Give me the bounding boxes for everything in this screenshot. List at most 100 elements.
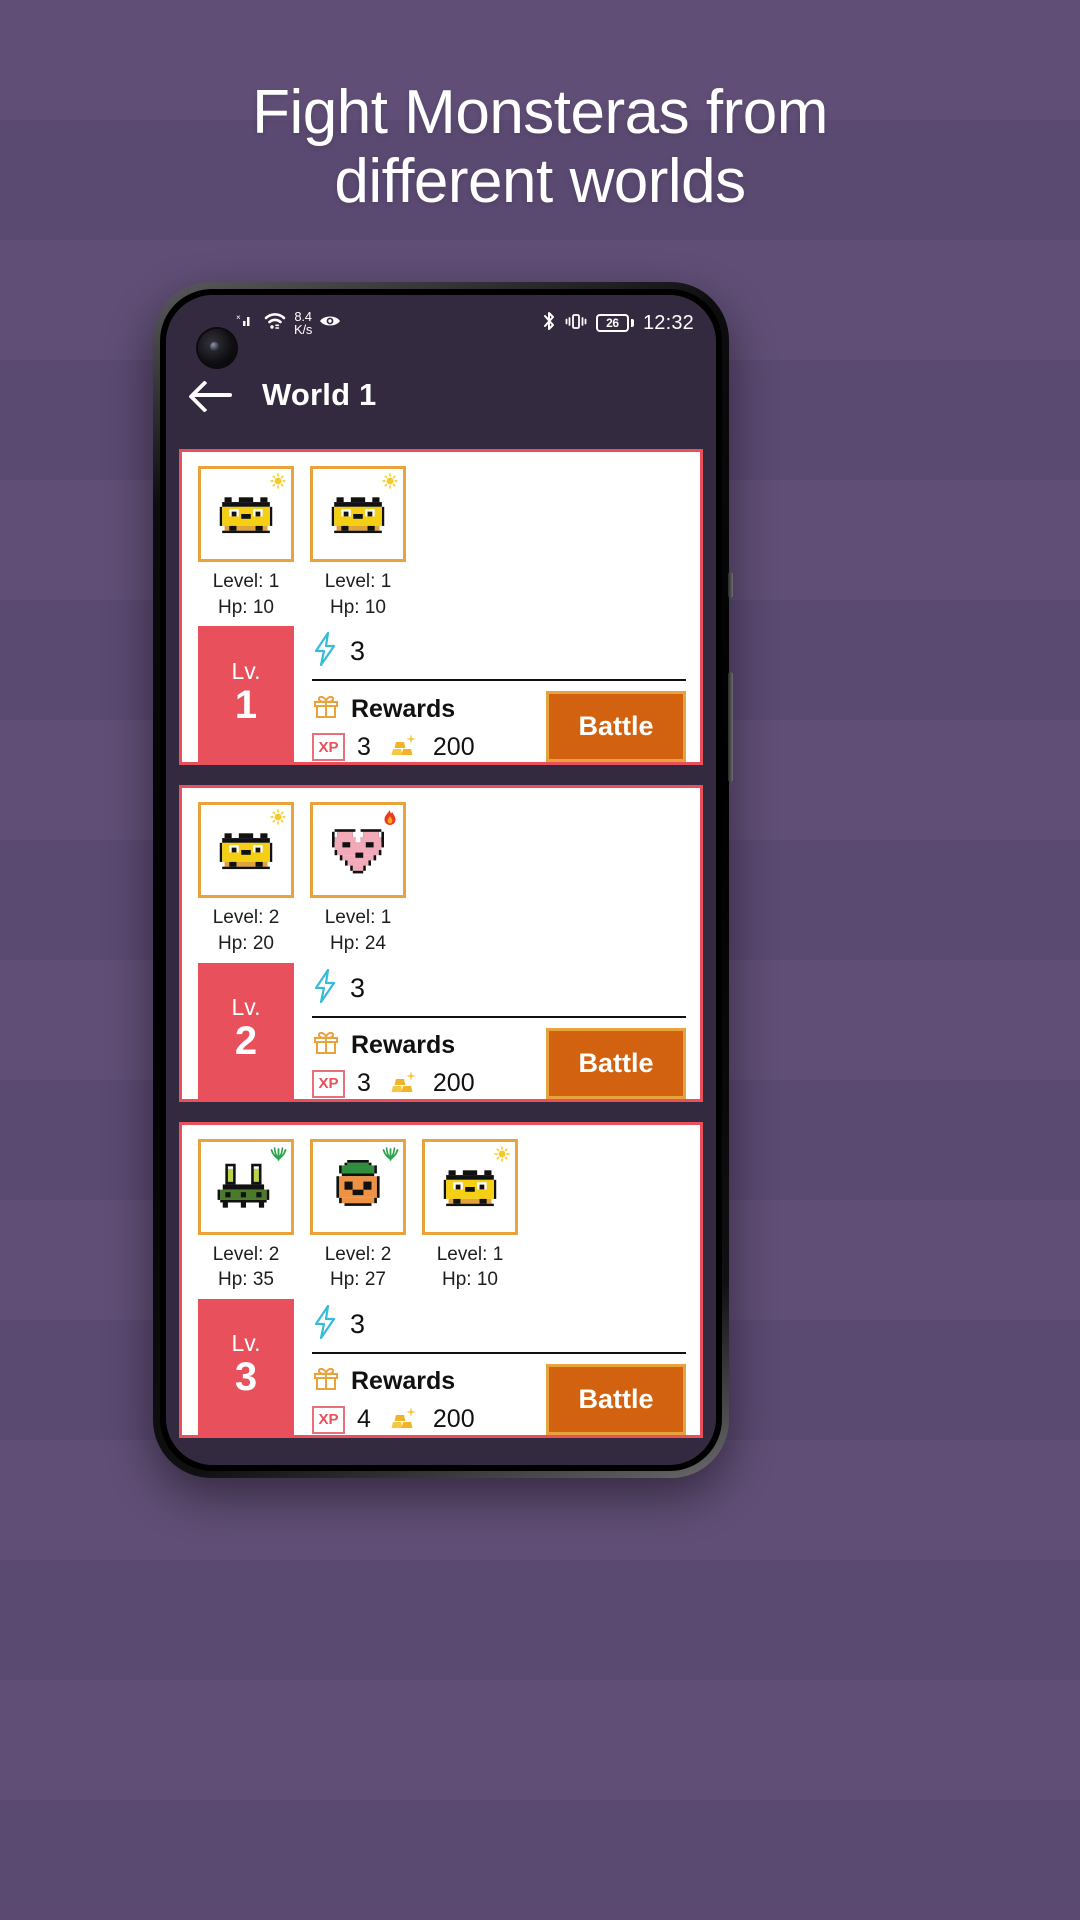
monster-sprite-frame — [422, 1138, 518, 1235]
phone-side-button-small — [728, 572, 733, 598]
sun-element-icon — [381, 472, 399, 490]
stage-level-badge: Lv. 3 — [198, 1298, 294, 1435]
monster-hp: Hp: 24 — [330, 932, 386, 954]
svg-text:×: × — [236, 313, 241, 322]
stage-level-number: 2 — [234, 1019, 258, 1064]
wifi-icon — [263, 311, 287, 336]
monster-stats: Level: 2 Hp: 27 — [310, 1235, 406, 1293]
rewards-values: XP 4 200 — [312, 1405, 536, 1434]
stage-card[interactable]: Level: 2 Hp: 35 Level: 2 Hp: 27 Level: 1… — [179, 1121, 703, 1438]
stage-battle-row: Lv. 1 3 Rewards XP 3 200 Battle — [182, 624, 700, 763]
rewards-gold-value: 200 — [432, 1405, 475, 1434]
stage-card[interactable]: Level: 2 Hp: 20 Level: 1 Hp: 24 Lv. 2 3 … — [179, 785, 703, 1102]
monster-sprite-frame — [198, 802, 294, 899]
xp-chip-icon: XP — [312, 733, 345, 762]
xp-chip-icon: XP — [312, 1069, 345, 1098]
rewards-xp-value: 3 — [357, 1069, 371, 1098]
grass-element-icon — [381, 1145, 399, 1163]
monster-stats: Level: 2 Hp: 35 — [198, 1235, 294, 1293]
fire-element-icon — [381, 808, 399, 826]
monster-sprite-frame — [198, 1138, 294, 1235]
rewards-header: Rewards — [312, 1028, 536, 1063]
stage-level-number: 1 — [234, 682, 258, 727]
monster-sprite-frame — [198, 466, 294, 562]
monster-level: Level: 1 — [324, 907, 392, 929]
monster-level: Level: 1 — [324, 571, 392, 592]
monster-row: Level: 2 Hp: 35 Level: 2 Hp: 27 Level: 1… — [182, 1125, 700, 1297]
monster-stats: Level: 1 Hp: 10 — [198, 562, 294, 620]
gold-bars-icon — [391, 1406, 421, 1434]
sun-element-icon — [269, 808, 287, 826]
front-camera-punchhole — [198, 329, 236, 367]
monster-sprite-frame — [310, 1138, 406, 1235]
monster-sprite-frame — [310, 802, 406, 899]
monster-entry[interactable]: Level: 1 Hp: 24 — [310, 802, 406, 956]
battle-button[interactable]: Battle — [546, 1363, 686, 1435]
promo-headline-line2: different worlds — [334, 147, 746, 217]
lightning-bolt-icon — [312, 968, 338, 1008]
gold-bars-icon — [391, 733, 421, 761]
green-bug-monster-sprite — [217, 1163, 270, 1208]
energy-cost-row: 3 — [312, 1299, 686, 1354]
rewards-label: Rewards — [351, 694, 456, 723]
page-title: World 1 — [262, 377, 377, 412]
stage-card[interactable]: Level: 1 Hp: 10 Level: 1 Hp: 10 Lv. 1 3 … — [179, 449, 703, 766]
stage-level-label: Lv. — [231, 993, 261, 1020]
monster-stats: Level: 1 Hp: 24 — [310, 898, 406, 956]
stage-level-label: Lv. — [231, 1330, 261, 1357]
gift-icon — [312, 1028, 340, 1063]
grass-element-icon — [269, 1145, 287, 1163]
monster-hp: Hp: 10 — [218, 596, 274, 618]
monster-entry[interactable]: Level: 1 Hp: 10 — [310, 466, 406, 620]
promo-headline: Fight Monsteras from different worlds — [0, 78, 1080, 217]
monster-level: Level: 2 — [212, 907, 280, 929]
network-speed-unit: K/s — [294, 322, 313, 337]
orange-carrot-monster-sprite — [336, 1159, 380, 1206]
gold-bars-icon — [391, 1070, 421, 1098]
phone-screen: × 8.4 K/s 26 12:32 World 1 Level: 1 Hp: … — [166, 295, 716, 1465]
stage-level-badge: Lv. 2 — [198, 962, 294, 1099]
rewards-values: XP 3 200 — [312, 1069, 536, 1098]
pink-heart-monster-sprite — [332, 829, 384, 874]
monster-entry[interactable]: Level: 1 Hp: 10 — [422, 1138, 518, 1293]
battery-percent: 26 — [595, 314, 629, 332]
monster-level: Level: 2 — [324, 1243, 392, 1265]
monster-entry[interactable]: Level: 1 Hp: 10 — [198, 466, 294, 620]
monster-stats: Level: 1 Hp: 10 — [310, 562, 406, 620]
rewards-gold-value: 200 — [432, 732, 475, 761]
rewards-label: Rewards — [351, 1367, 456, 1396]
app-bar: World 1 — [166, 351, 716, 439]
monster-entry[interactable]: Level: 2 Hp: 20 — [198, 802, 294, 956]
monster-hp: Hp: 10 — [330, 596, 386, 618]
monster-level: Level: 2 — [212, 1243, 280, 1265]
stage-list[interactable]: Level: 1 Hp: 10 Level: 1 Hp: 10 Lv. 1 3 … — [166, 439, 716, 1465]
battery-indicator: 26 — [595, 314, 634, 332]
energy-cost-value: 3 — [350, 1308, 366, 1339]
monster-hp: Hp: 27 — [330, 1269, 386, 1291]
monster-entry[interactable]: Level: 2 Hp: 27 — [310, 1138, 406, 1293]
monster-stats: Level: 1 Hp: 10 — [422, 1235, 518, 1293]
monster-row: Level: 2 Hp: 20 Level: 1 Hp: 24 — [182, 788, 700, 960]
phone-side-button-volume — [728, 672, 733, 782]
gift-icon — [312, 1364, 340, 1399]
bluetooth-icon — [542, 311, 556, 336]
network-speed-indicator: 8.4 K/s — [294, 310, 312, 336]
battle-button[interactable]: Battle — [546, 691, 686, 763]
status-bar-clock: 12:32 — [642, 311, 694, 334]
status-bar: × 8.4 K/s 26 12:32 — [166, 295, 716, 351]
back-arrow-icon[interactable] — [192, 380, 232, 410]
energy-cost-value: 3 — [350, 636, 366, 667]
rewards-values: XP 3 200 — [312, 733, 536, 762]
battery-tip — [630, 319, 634, 327]
monster-level: Level: 1 — [212, 571, 280, 592]
lightning-bolt-icon — [312, 1304, 338, 1344]
rewards-gold-value: 200 — [432, 1069, 475, 1098]
stage-level-badge: Lv. 1 — [198, 626, 294, 763]
stage-battle-row: Lv. 2 3 Rewards XP 3 200 Battle — [182, 961, 700, 1099]
energy-cost-value: 3 — [350, 972, 366, 1003]
battle-button[interactable]: Battle — [546, 1027, 686, 1099]
rewards-area: Rewards XP 4 200 Battle — [312, 1354, 686, 1435]
xp-chip-icon: XP — [312, 1405, 345, 1434]
rewards-xp-value: 4 — [357, 1405, 371, 1434]
monster-entry[interactable]: Level: 2 Hp: 35 — [198, 1138, 294, 1293]
